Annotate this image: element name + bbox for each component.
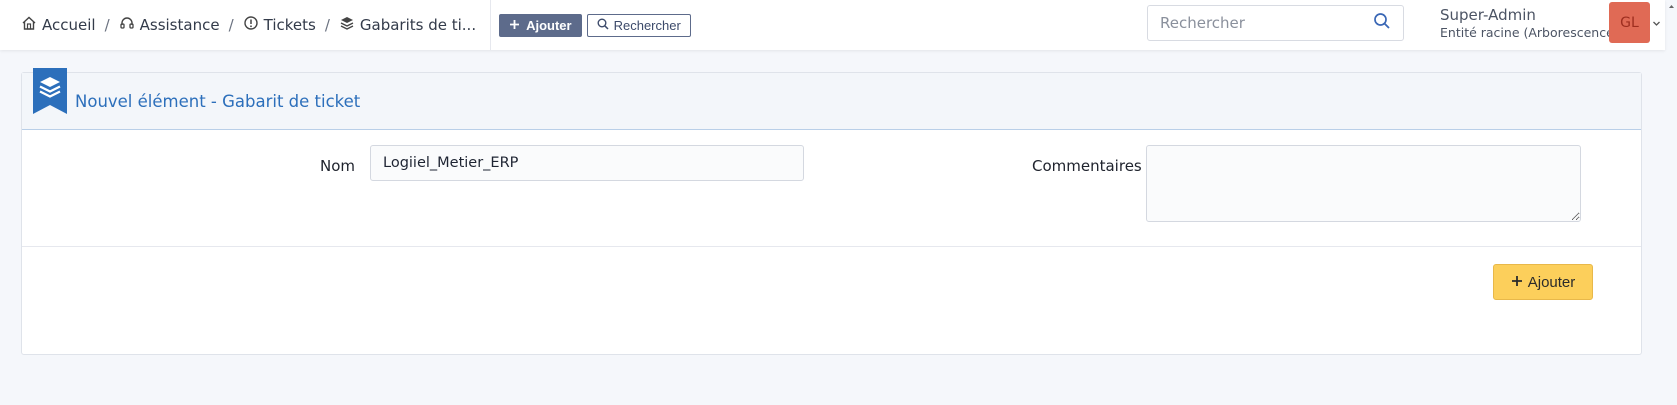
add-button-label: Ajouter	[526, 17, 572, 33]
user-name: Super-Admin	[1440, 6, 1536, 24]
user-entity: Entité racine (Arborescence)	[1440, 24, 1619, 40]
chevron-down-icon[interactable]	[1652, 16, 1661, 32]
search-icon	[597, 18, 609, 33]
avatar[interactable]: GL	[1609, 2, 1650, 43]
comments-label: Commentaires	[1032, 157, 1142, 175]
name-field[interactable]	[370, 145, 804, 181]
breadcrumb-assistance[interactable]: Assistance	[119, 15, 220, 35]
alert-circle-icon	[243, 15, 259, 35]
search-icon[interactable]	[1373, 12, 1391, 34]
submit-add-button[interactable]: Ajouter	[1493, 264, 1593, 300]
breadcrumb-tickets-label: Tickets	[263, 16, 316, 34]
top-bar: Accueil / Assistance / Tickets / Gabarit…	[0, 0, 1665, 50]
global-search-input[interactable]	[1160, 14, 1360, 32]
card-header: Nouvel élément - Gabarit de ticket	[22, 68, 1641, 130]
breadcrumb-separator: /	[324, 16, 330, 34]
global-search	[1147, 5, 1404, 41]
add-button[interactable]: Ajouter	[499, 13, 582, 37]
breadcrumb-separator: /	[228, 16, 234, 34]
stack-icon	[33, 68, 67, 114]
page-title: Nouvel élément - Gabarit de ticket	[75, 92, 361, 111]
breadcrumb-tickets[interactable]: Tickets	[243, 15, 316, 35]
name-label: Nom	[319, 157, 355, 175]
submit-add-label: Ajouter	[1527, 273, 1576, 291]
breadcrumb-home[interactable]: Accueil	[21, 15, 96, 35]
breadcrumb-templates-label: Gabarits de ti...	[359, 16, 477, 34]
scroll-up-icon[interactable]	[1666, 0, 1677, 10]
breadcrumb-home-label: Accueil	[42, 16, 96, 34]
stack-icon	[339, 15, 355, 35]
search-button[interactable]: Rechercher	[586, 13, 691, 37]
plus-icon	[1511, 274, 1523, 291]
home-icon	[21, 15, 37, 35]
breadcrumb-templates[interactable]: Gabarits de ti...	[339, 15, 476, 35]
user-menu[interactable]: Super-Admin Entité racine (Arborescence)	[1440, 6, 1619, 40]
breadcrumb-separator: /	[104, 16, 110, 34]
comments-field[interactable]	[1146, 145, 1581, 222]
search-button-label: Rechercher	[613, 17, 681, 33]
plus-icon	[509, 18, 520, 33]
breadcrumb: Accueil / Assistance / Tickets / Gabarit…	[0, 0, 492, 50]
headset-icon	[119, 15, 135, 35]
breadcrumb-assistance-label: Assistance	[139, 16, 220, 34]
